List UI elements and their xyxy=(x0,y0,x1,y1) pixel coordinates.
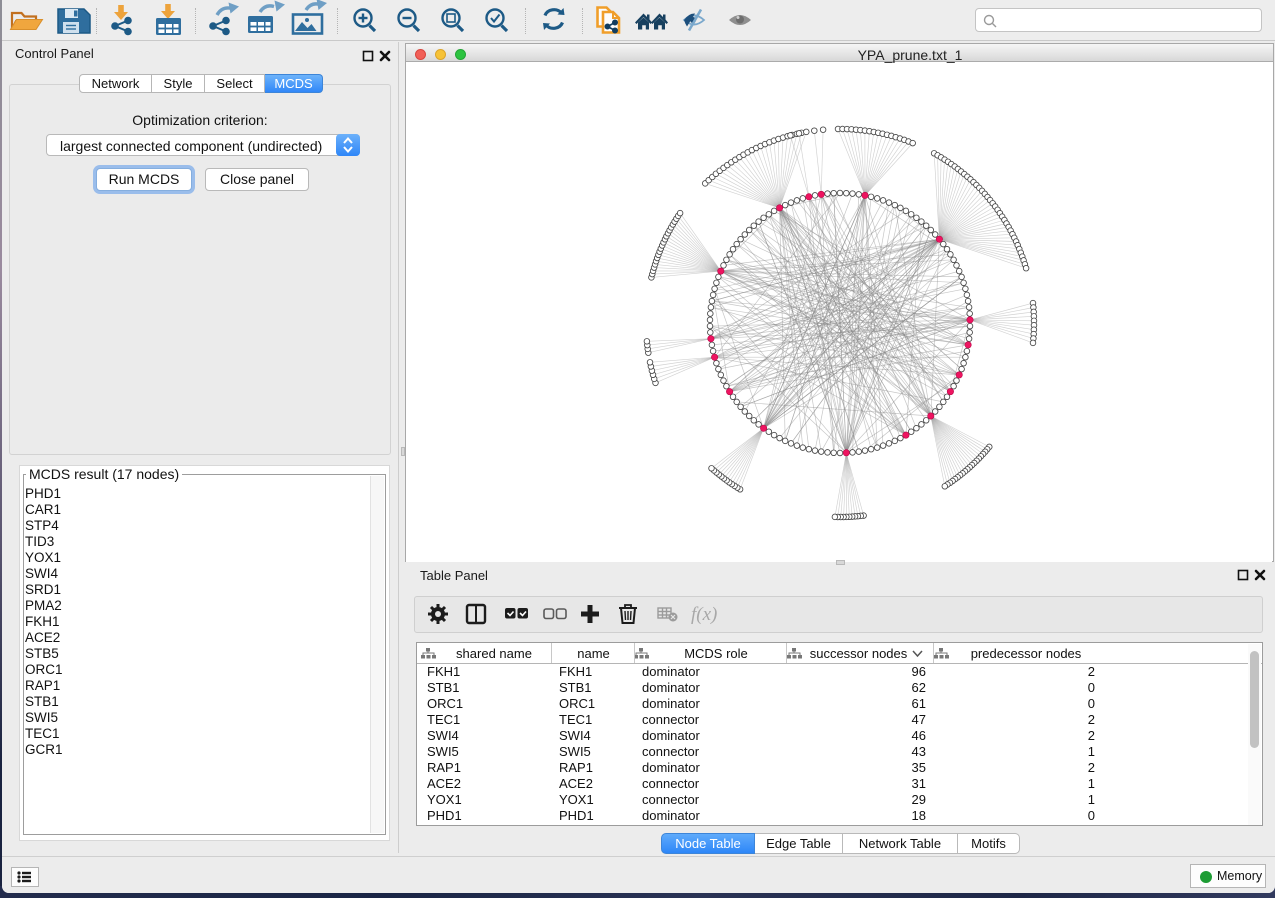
svg-text:f(x): f(x) xyxy=(691,604,717,625)
